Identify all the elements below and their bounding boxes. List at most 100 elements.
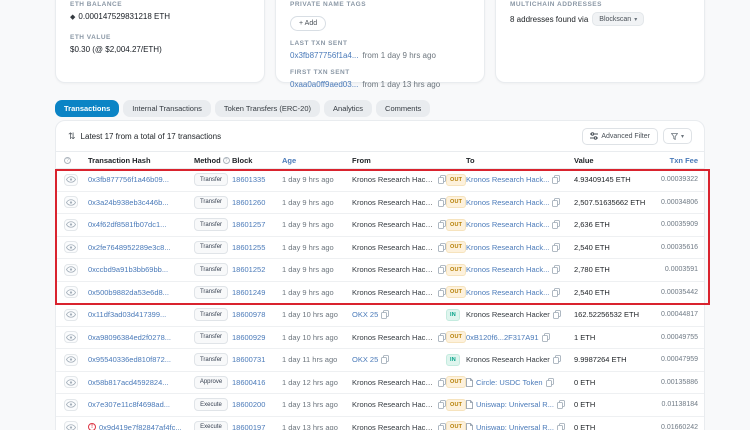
transaction-hash-link[interactable]: 0x7e307e11c8f4698ad... — [88, 400, 170, 409]
eye-icon[interactable] — [64, 196, 78, 208]
transaction-hash-link[interactable]: 0x3a24b938eb3c446b... — [88, 198, 169, 207]
header-txn-fee-toggle[interactable]: Txn Fee — [654, 156, 698, 165]
tab-transactions[interactable]: Transactions — [55, 100, 119, 117]
copy-icon[interactable] — [381, 310, 389, 319]
from-address[interactable]: Kronos Research Hacker — [352, 220, 435, 229]
eye-icon[interactable] — [64, 264, 78, 276]
from-address[interactable]: Kronos Research Hacker — [352, 288, 435, 297]
copy-icon[interactable] — [552, 220, 560, 229]
transaction-hash-link[interactable]: 0x4f62df8581fb07dc1... — [88, 220, 166, 229]
copy-icon[interactable] — [438, 175, 446, 184]
tab-token-transfers[interactable]: Token Transfers (ERC-20) — [215, 100, 320, 117]
block-link[interactable]: 18600731 — [232, 355, 265, 364]
eye-icon[interactable] — [64, 174, 78, 186]
to-address[interactable]: Uniswap: Universal R... — [476, 423, 554, 430]
header-age-toggle[interactable]: Age — [282, 156, 352, 165]
eye-icon[interactable] — [64, 219, 78, 231]
block-link[interactable]: 18601260 — [232, 198, 265, 207]
transaction-hash-link[interactable]: 0x3fb877756f1a46b09... — [88, 175, 169, 184]
block-link[interactable]: 18600929 — [232, 333, 265, 342]
to-address[interactable]: Kronos Research Hack... — [466, 265, 549, 274]
transaction-hash-link[interactable]: 0xa98096384ed2f0278... — [88, 333, 171, 342]
from-address[interactable]: Kronos Research Hacker — [352, 378, 435, 387]
transaction-hash-link[interactable]: 0xccbd9a91b3bb69bb... — [88, 265, 168, 274]
from-address[interactable]: Kronos Research Hacker — [352, 243, 435, 252]
from-address[interactable]: Kronos Research Hacker — [352, 400, 435, 409]
eye-icon[interactable] — [64, 354, 78, 366]
to-address[interactable]: Kronos Research Hacker — [466, 355, 550, 364]
table-body: 0x3fb877756f1a46b09... Transfer 18601335… — [56, 169, 704, 430]
copy-icon[interactable] — [552, 175, 560, 184]
copy-icon[interactable] — [438, 265, 446, 274]
from-address[interactable]: Kronos Research Hacker — [352, 265, 435, 274]
block-link[interactable]: 18601249 — [232, 288, 265, 297]
to-address[interactable]: Kronos Research Hack... — [466, 220, 549, 229]
block-link[interactable]: 18601257 — [232, 220, 265, 229]
first-txn-hash-link[interactable]: 0xaa0a0ff9aed03... — [290, 80, 358, 89]
from-address[interactable]: Kronos Research Hacker — [352, 333, 435, 342]
from-address[interactable]: Kronos Research Hacker — [352, 198, 435, 207]
block-link[interactable]: 18600416 — [232, 378, 265, 387]
copy-icon[interactable] — [542, 333, 550, 342]
copy-icon[interactable] — [552, 265, 560, 274]
advanced-filter-button[interactable]: Advanced Filter — [582, 128, 658, 145]
to-address[interactable]: 0xB120f6...2F317A91 — [466, 333, 539, 342]
block-link[interactable]: 18601335 — [232, 175, 265, 184]
block-link[interactable]: 18600978 — [232, 310, 265, 319]
eye-icon[interactable] — [64, 399, 78, 411]
eye-icon[interactable] — [64, 309, 78, 321]
filter-dropdown-button[interactable]: ▾ — [663, 128, 692, 144]
copy-icon[interactable] — [552, 198, 560, 207]
copy-icon[interactable] — [381, 355, 389, 364]
from-address[interactable]: OKX 25 — [352, 310, 378, 319]
transaction-hash-link[interactable]: 0x58b817acd4592824... — [88, 378, 169, 387]
block-link[interactable]: 18601252 — [232, 265, 265, 274]
copy-icon[interactable] — [438, 198, 446, 207]
tab-analytics[interactable]: Analytics — [324, 100, 372, 117]
copy-icon[interactable] — [438, 220, 446, 229]
to-address[interactable]: Kronos Research Hack... — [466, 198, 549, 207]
copy-icon[interactable] — [553, 355, 561, 364]
copy-icon[interactable] — [438, 333, 446, 342]
from-address[interactable]: OKX 25 — [352, 355, 378, 364]
blockscan-dropdown[interactable]: Blockscan ▾ — [592, 12, 644, 26]
from-address[interactable]: Kronos Research Hacker — [352, 423, 435, 430]
block-link[interactable]: 18600200 — [232, 400, 265, 409]
tab-internal-transactions[interactable]: Internal Transactions — [123, 100, 211, 117]
copy-icon[interactable] — [557, 423, 565, 430]
to-address[interactable]: Kronos Research Hack... — [466, 175, 549, 184]
to-address[interactable]: Circle: USDC Token — [476, 378, 543, 387]
copy-icon[interactable] — [552, 243, 560, 252]
to-address[interactable]: Uniswap: Universal R... — [476, 400, 554, 409]
last-txn-hash-link[interactable]: 0x3fb877756f1a4... — [290, 51, 359, 60]
copy-icon[interactable] — [438, 400, 446, 409]
transaction-hash-link[interactable]: 0x95540336ed810f872... — [88, 355, 171, 364]
txn-fee-text: 0.00047959 — [661, 356, 698, 363]
to-address[interactable]: Kronos Research Hacker — [466, 310, 550, 319]
block-link[interactable]: 18601255 — [232, 243, 265, 252]
copy-icon[interactable] — [552, 288, 560, 297]
tab-comments[interactable]: Comments — [376, 100, 430, 117]
transaction-hash-link[interactable]: 0x11df3ad03d417399... — [88, 310, 166, 319]
block-link[interactable]: 18600197 — [232, 423, 265, 430]
copy-icon[interactable] — [438, 378, 446, 387]
transaction-hash-link[interactable]: 0x2fe7648952289e3c8... — [88, 243, 171, 252]
eye-icon[interactable] — [64, 376, 78, 388]
to-address[interactable]: Kronos Research Hack... — [466, 243, 549, 252]
sort-icon[interactable]: ⇅ — [68, 131, 76, 142]
eye-icon[interactable] — [64, 286, 78, 298]
eye-icon[interactable] — [64, 421, 78, 430]
copy-icon[interactable] — [438, 423, 446, 430]
from-address[interactable]: Kronos Research Hacker — [352, 175, 435, 184]
eye-icon[interactable] — [64, 331, 78, 343]
to-address[interactable]: Kronos Research Hack... — [466, 288, 549, 297]
copy-icon[interactable] — [553, 310, 561, 319]
copy-icon[interactable] — [438, 243, 446, 252]
transaction-hash-link[interactable]: 0x9d419e7f82847af4fc... — [99, 423, 182, 430]
add-tag-button[interactable]: + Add — [290, 16, 326, 31]
copy-icon[interactable] — [557, 400, 565, 409]
copy-icon[interactable] — [546, 378, 554, 387]
eye-icon[interactable] — [64, 241, 78, 253]
transaction-hash-link[interactable]: 0x500b9882da53e6d8... — [88, 288, 169, 297]
copy-icon[interactable] — [438, 288, 446, 297]
